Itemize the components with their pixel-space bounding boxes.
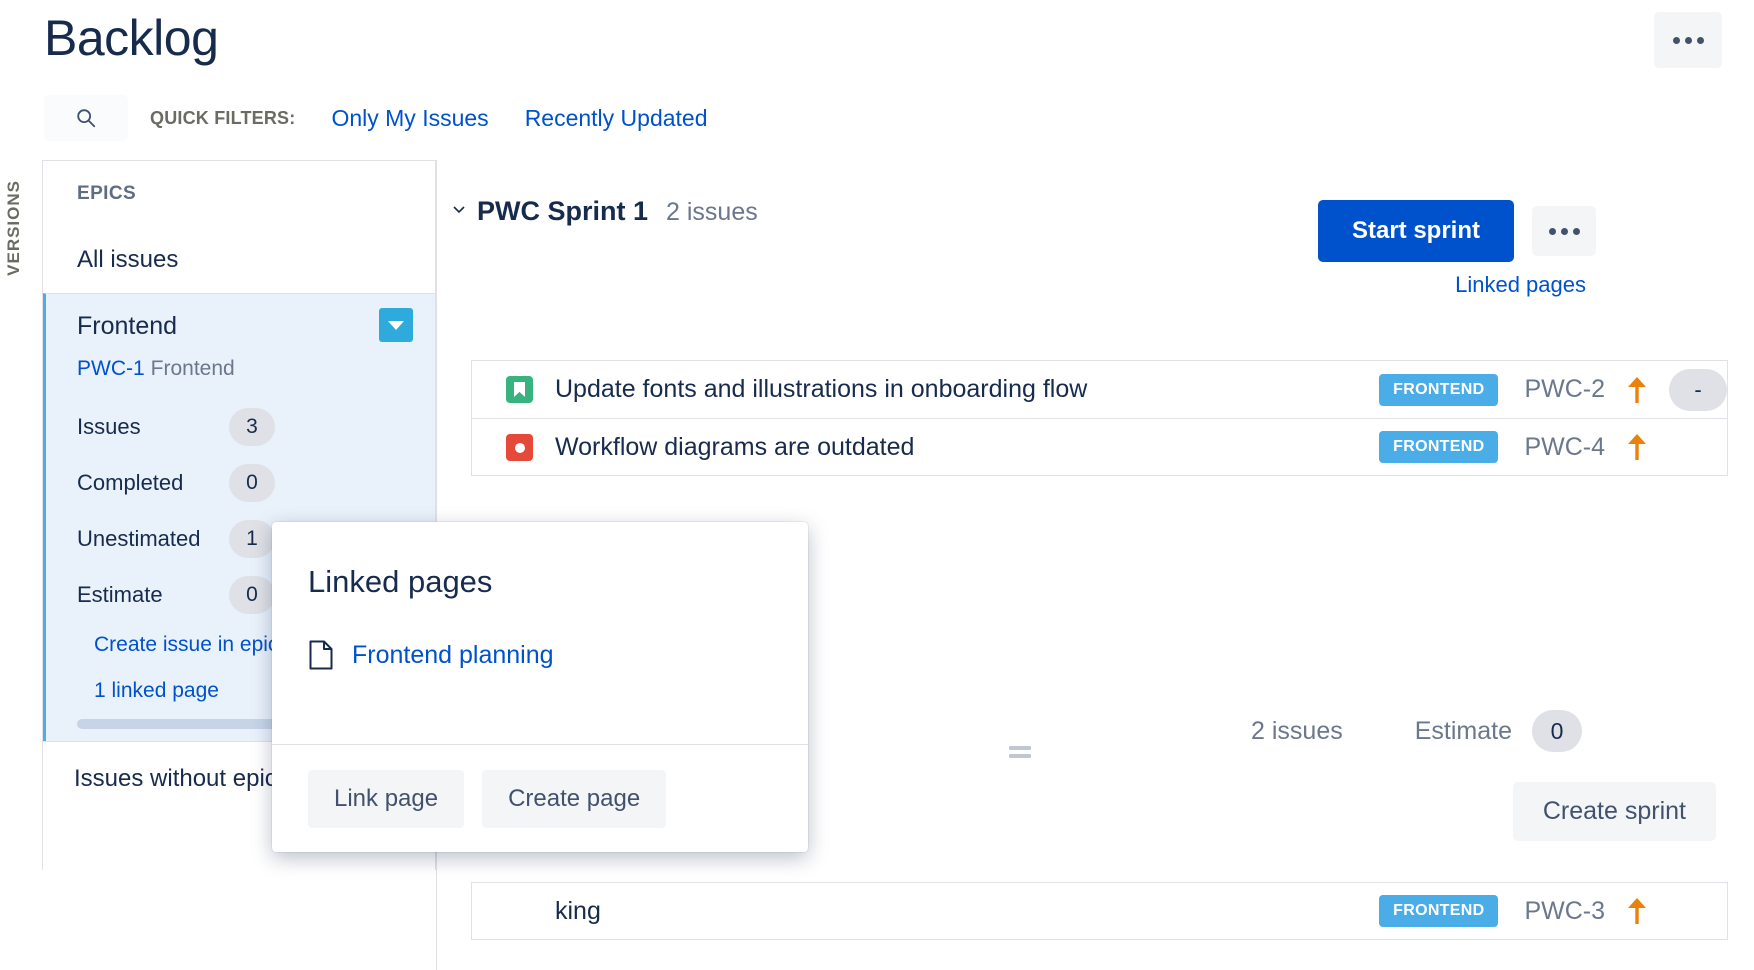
epics-heading: EPICS bbox=[77, 183, 137, 204]
issue-key[interactable]: PWC-3 bbox=[1524, 897, 1605, 926]
page-more-options-button[interactable] bbox=[1654, 12, 1722, 68]
epic-stat-completed: Completed 0 bbox=[46, 455, 435, 511]
backlog-estimate-value: 0 bbox=[1532, 710, 1582, 752]
document-icon bbox=[309, 640, 333, 670]
issue-key[interactable]: PWC-2 bbox=[1524, 375, 1605, 404]
issue-key[interactable]: PWC-4 bbox=[1524, 433, 1605, 462]
ellipsis-icon bbox=[1672, 36, 1704, 44]
drag-handle-icon[interactable] bbox=[1009, 746, 1031, 762]
versions-rail-label: VERSIONS bbox=[4, 180, 23, 276]
table-row[interactable]: Workflow diagrams are outdated FRONTEND … bbox=[471, 418, 1728, 476]
issue-summary[interactable]: Workflow diagrams are outdated bbox=[555, 433, 1379, 462]
epic-key-line: PWC-1 Frontend bbox=[46, 357, 435, 381]
epic-name[interactable]: Frontend bbox=[46, 312, 435, 341]
epic-dropdown-button[interactable] bbox=[379, 308, 413, 342]
list-item[interactable]: Frontend planning bbox=[308, 640, 772, 670]
link-page-button[interactable]: Link page bbox=[308, 769, 465, 828]
epic-stat-value: 0 bbox=[229, 464, 275, 502]
backlog-issue-list: king FRONTEND PWC-3 bbox=[471, 882, 1728, 940]
table-row[interactable]: king FRONTEND PWC-3 bbox=[471, 882, 1728, 940]
page-title: Backlog bbox=[44, 10, 219, 66]
create-sprint-button[interactable]: Create sprint bbox=[1512, 782, 1716, 841]
versions-rail[interactable]: VERSIONS bbox=[0, 160, 42, 870]
start-sprint-button[interactable]: Start sprint bbox=[1317, 200, 1514, 262]
bug-icon bbox=[506, 433, 533, 461]
epic-key-link[interactable]: PWC-1 bbox=[77, 357, 145, 380]
chevron-down-icon[interactable] bbox=[451, 201, 467, 217]
epics-item-all-issues[interactable]: All issues bbox=[43, 227, 435, 293]
priority-high-arrow-icon bbox=[1628, 898, 1646, 924]
sprint-header: PWC Sprint 1 2 issues Start sprint Linke… bbox=[437, 160, 1754, 297]
linked-pages-popup: Linked pages Frontend planning Link page… bbox=[272, 522, 808, 852]
chevron-down-icon bbox=[388, 320, 404, 330]
sprint-title-group: PWC Sprint 1 2 issues bbox=[451, 196, 758, 227]
create-page-button[interactable]: Create page bbox=[482, 769, 667, 828]
issue-epic-tag[interactable]: FRONTEND bbox=[1379, 373, 1499, 406]
sprint-issue-list: Update fonts and illustrations in onboar… bbox=[471, 360, 1728, 476]
table-row[interactable]: Update fonts and illustrations in onboar… bbox=[471, 360, 1728, 418]
quick-filters-bar: QUICK FILTERS: Only My Issues Recently U… bbox=[44, 95, 708, 141]
sprint-more-options-button[interactable] bbox=[1532, 206, 1596, 256]
epic-stat-issues: Issues 3 bbox=[46, 399, 435, 455]
backlog-estimate-label: Estimate bbox=[1414, 716, 1512, 745]
issue-epic-tag[interactable]: FRONTEND bbox=[1379, 895, 1499, 927]
linked-pages-popup-footer: Link page Create page bbox=[272, 744, 808, 852]
epic-stat-label: Issues bbox=[77, 414, 141, 439]
quick-filters-label: QUICK FILTERS: bbox=[150, 107, 296, 128]
quick-filter-only-my-issues[interactable]: Only My Issues bbox=[331, 105, 488, 132]
epic-stat-label: Completed bbox=[77, 470, 184, 495]
epic-summary: Frontend bbox=[150, 357, 235, 380]
sprint-linked-pages-link[interactable]: Linked pages bbox=[1455, 272, 1586, 298]
backlog-issue-count: 2 issues bbox=[1251, 716, 1343, 745]
sprint-name[interactable]: PWC Sprint 1 bbox=[477, 196, 648, 227]
search-button[interactable] bbox=[44, 95, 128, 141]
epic-stat-label: Unestimated bbox=[77, 526, 201, 551]
epic-stat-label: Estimate bbox=[77, 582, 163, 607]
priority-high-arrow-icon bbox=[1628, 376, 1646, 403]
linked-pages-popup-body: Linked pages Frontend planning bbox=[272, 522, 808, 670]
linked-page-link[interactable]: Frontend planning bbox=[352, 641, 554, 670]
sprint-issue-count: 2 issues bbox=[666, 198, 758, 226]
epic-stat-value: 3 bbox=[229, 408, 275, 446]
epic-stat-value: 0 bbox=[229, 576, 275, 614]
quick-filter-recently-updated[interactable]: Recently Updated bbox=[525, 105, 708, 132]
issue-summary[interactable]: Update fonts and illustrations in onboar… bbox=[555, 375, 1379, 404]
search-icon bbox=[77, 109, 96, 128]
backlog-meta: 2 issues Estimate 0 bbox=[1251, 710, 1582, 752]
linked-pages-popup-title: Linked pages bbox=[308, 564, 493, 599]
ellipsis-icon bbox=[1548, 227, 1580, 235]
issue-epic-tag[interactable]: FRONTEND bbox=[1379, 431, 1499, 463]
epic-stat-value: 1 bbox=[229, 520, 275, 558]
issue-estimate-pill[interactable]: - bbox=[1669, 368, 1727, 411]
priority-high-arrow-icon bbox=[1628, 434, 1646, 460]
issue-summary[interactable]: king bbox=[555, 897, 1379, 926]
story-icon bbox=[506, 376, 533, 403]
